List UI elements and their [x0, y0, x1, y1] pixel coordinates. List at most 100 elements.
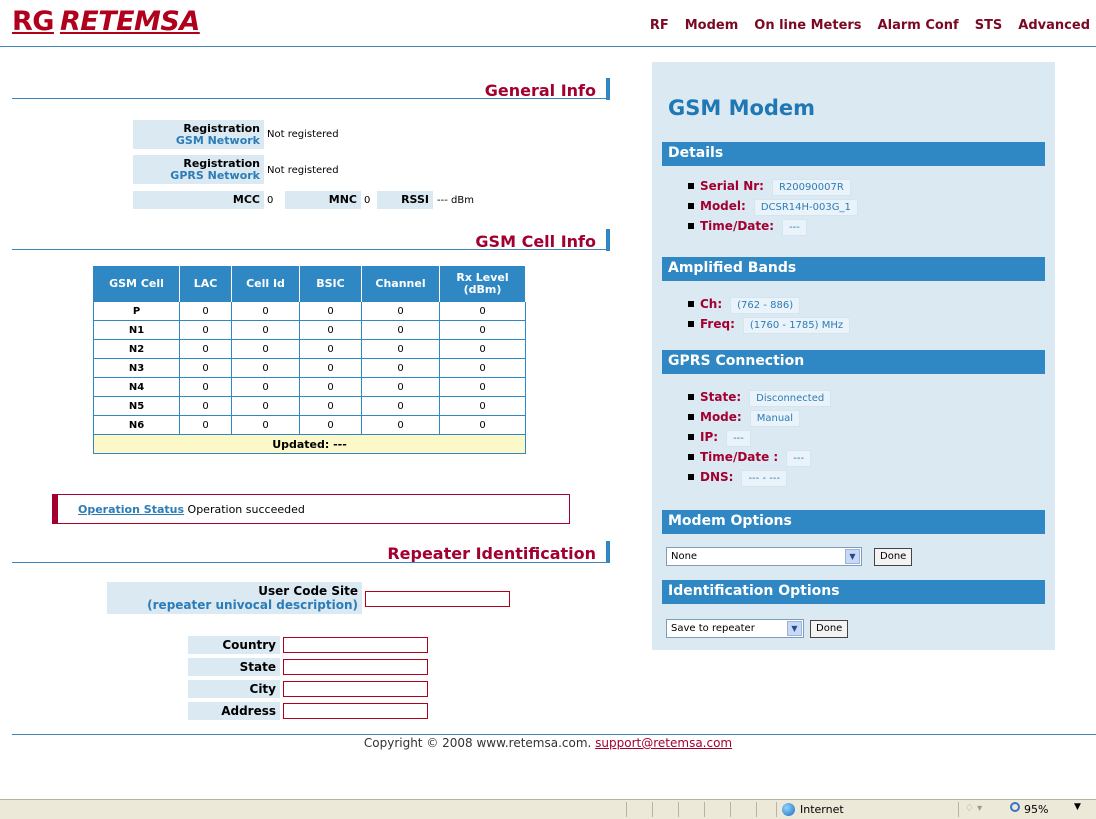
chevron-down-icon[interactable]: ▼	[787, 621, 802, 636]
security-zone: Internet	[800, 803, 844, 816]
modem-options-header: Modem Options	[662, 510, 1045, 534]
zoom-icon[interactable]	[1010, 802, 1020, 812]
nav-alarm-conf[interactable]: Alarm Conf	[878, 18, 959, 33]
gprs-ip-item: IP: ---	[688, 427, 831, 447]
address-label: Address	[188, 702, 280, 720]
gsm-modem-panel: GSM Modem Details Serial Nr: R20090007R M…	[652, 62, 1055, 650]
cell-value: 0	[231, 301, 300, 321]
modem-options-select[interactable]: None ▼	[666, 547, 862, 566]
footer-divider	[12, 734, 1096, 735]
modem-options-done-button[interactable]: Done	[874, 548, 913, 566]
identification-options-select[interactable]: Save to repeater ▼	[666, 619, 804, 638]
reg-gprs-label: Registration GPRS Network	[133, 155, 264, 184]
gprs-mode-value: Manual	[749, 410, 801, 427]
ch-item: Ch: (762 - 886)	[688, 294, 850, 314]
cell-value: 0	[231, 339, 300, 359]
gprs-header: GPRS Connection	[662, 350, 1045, 374]
cell-name: N5	[93, 396, 180, 416]
mnc-label: MNC	[285, 191, 361, 209]
support-email-link[interactable]: support@retemsa.com	[595, 736, 732, 750]
cell-value: 0	[361, 320, 440, 340]
col-cell-id: Cell Id	[231, 266, 300, 302]
mcc-value: 0	[267, 195, 274, 206]
table-row: N6 0 0 0 0 0	[93, 415, 526, 435]
cell-value: 0	[231, 396, 300, 416]
nav-online-meters[interactable]: On line Meters	[754, 18, 861, 33]
cell-value: 0	[179, 396, 232, 416]
table-row: P00000	[93, 301, 526, 321]
cell-value: 0	[299, 358, 362, 378]
bands-header: Amplified Bands	[662, 257, 1045, 281]
cell-value: 0	[299, 320, 362, 340]
logo-name: RETEMSA	[59, 6, 200, 37]
copyright-text: Copyright © 2008 www.retemsa.com.	[363, 736, 592, 750]
zoom-dropdown-icon[interactable]: ▼	[1074, 802, 1081, 812]
cell-value: 0	[179, 415, 232, 435]
table-row: N2 0 0 0 0 0	[93, 339, 526, 359]
country-input[interactable]	[283, 637, 428, 653]
nav-sts[interactable]: STS	[975, 18, 1003, 33]
table-row: N3 0 0 0 0 0	[93, 358, 526, 378]
logo-rg: RG	[12, 6, 54, 37]
cell-value: 0	[439, 339, 526, 359]
identification-options-header: Identification Options	[662, 580, 1045, 604]
gprs-time-item: Time/Date : ---	[688, 447, 831, 467]
country-label: Country	[188, 636, 280, 654]
gprs-ip-value: ---	[726, 430, 751, 447]
city-input[interactable]	[283, 681, 428, 697]
cell-value: 0	[179, 358, 232, 378]
cell-value: 0	[179, 320, 232, 340]
table-row: N5 0 0 0 0 0	[93, 396, 526, 416]
globe-icon	[782, 803, 795, 816]
general-info-title: General Info	[485, 78, 610, 100]
reg-gsm-label: Registration GSM Network	[133, 120, 264, 149]
serial-item: Serial Nr: R20090007R	[688, 176, 858, 196]
city-label: City	[188, 680, 280, 698]
nav-modem[interactable]: Modem	[685, 18, 739, 33]
nav-rf[interactable]: RF	[650, 18, 669, 33]
cell-name: N4	[93, 377, 180, 397]
table-row: N1 0 0 0 0 0	[93, 320, 526, 340]
cell-value: 0	[179, 377, 232, 397]
cell-value: 0	[299, 415, 362, 435]
identification-options-done-button[interactable]: Done	[810, 620, 849, 638]
panel-title: GSM Modem	[668, 96, 816, 120]
cell-name: N2	[93, 339, 180, 359]
gsm-cell-table: GSM Cell LAC Cell Id BSIC Channel Rx Lev…	[93, 266, 526, 454]
ch-value: (762 - 886)	[730, 297, 801, 314]
user-code-input[interactable]	[365, 591, 510, 607]
chevron-down-icon[interactable]: ▼	[845, 549, 860, 564]
col-bsic: BSIC	[299, 266, 362, 302]
table-row: N4 0 0 0 0 0	[93, 377, 526, 397]
gprs-time-value: ---	[786, 450, 812, 467]
reg-gprs-value: Not registered	[267, 165, 339, 176]
state-input[interactable]	[283, 659, 428, 675]
cell-value: 0	[361, 396, 440, 416]
cell-value: 0	[299, 377, 362, 397]
cell-value: 0	[361, 358, 440, 378]
operation-status-link[interactable]: Operation Status	[78, 503, 184, 516]
time-value: ---	[782, 219, 807, 236]
cell-value: 0	[299, 301, 362, 321]
cell-value: 0	[439, 358, 526, 378]
nav-advanced[interactable]: Advanced	[1018, 18, 1090, 33]
cell-value: 0	[179, 301, 232, 321]
cell-value: 0	[439, 320, 526, 340]
cell-value: 0	[231, 377, 300, 397]
address-input[interactable]	[283, 703, 428, 719]
col-gsm-cell: GSM Cell	[93, 266, 180, 302]
updated-label: Updated: ---	[93, 434, 526, 454]
modem-options-selected: None	[671, 551, 698, 562]
reg-gsm-value: Not registered	[267, 129, 339, 140]
cell-name: N1	[93, 320, 180, 340]
cell-value: 0	[299, 396, 362, 416]
zoom-level[interactable]: 95%	[1024, 803, 1048, 816]
model-value: DCSR14H-003G_1	[753, 199, 858, 216]
cell-value: 0	[361, 377, 440, 397]
protected-mode-icon[interactable]: ♢ ▾	[965, 803, 982, 814]
model-item: Model: DCSR14H-003G_1	[688, 196, 858, 216]
state-label: State	[188, 658, 280, 676]
freq-item: Freq: (1760 - 1785) MHz	[688, 314, 851, 334]
top-nav: RF Modem On line Meters Alarm Conf STS A…	[650, 18, 1090, 33]
serial-value: R20090007R	[771, 179, 851, 196]
